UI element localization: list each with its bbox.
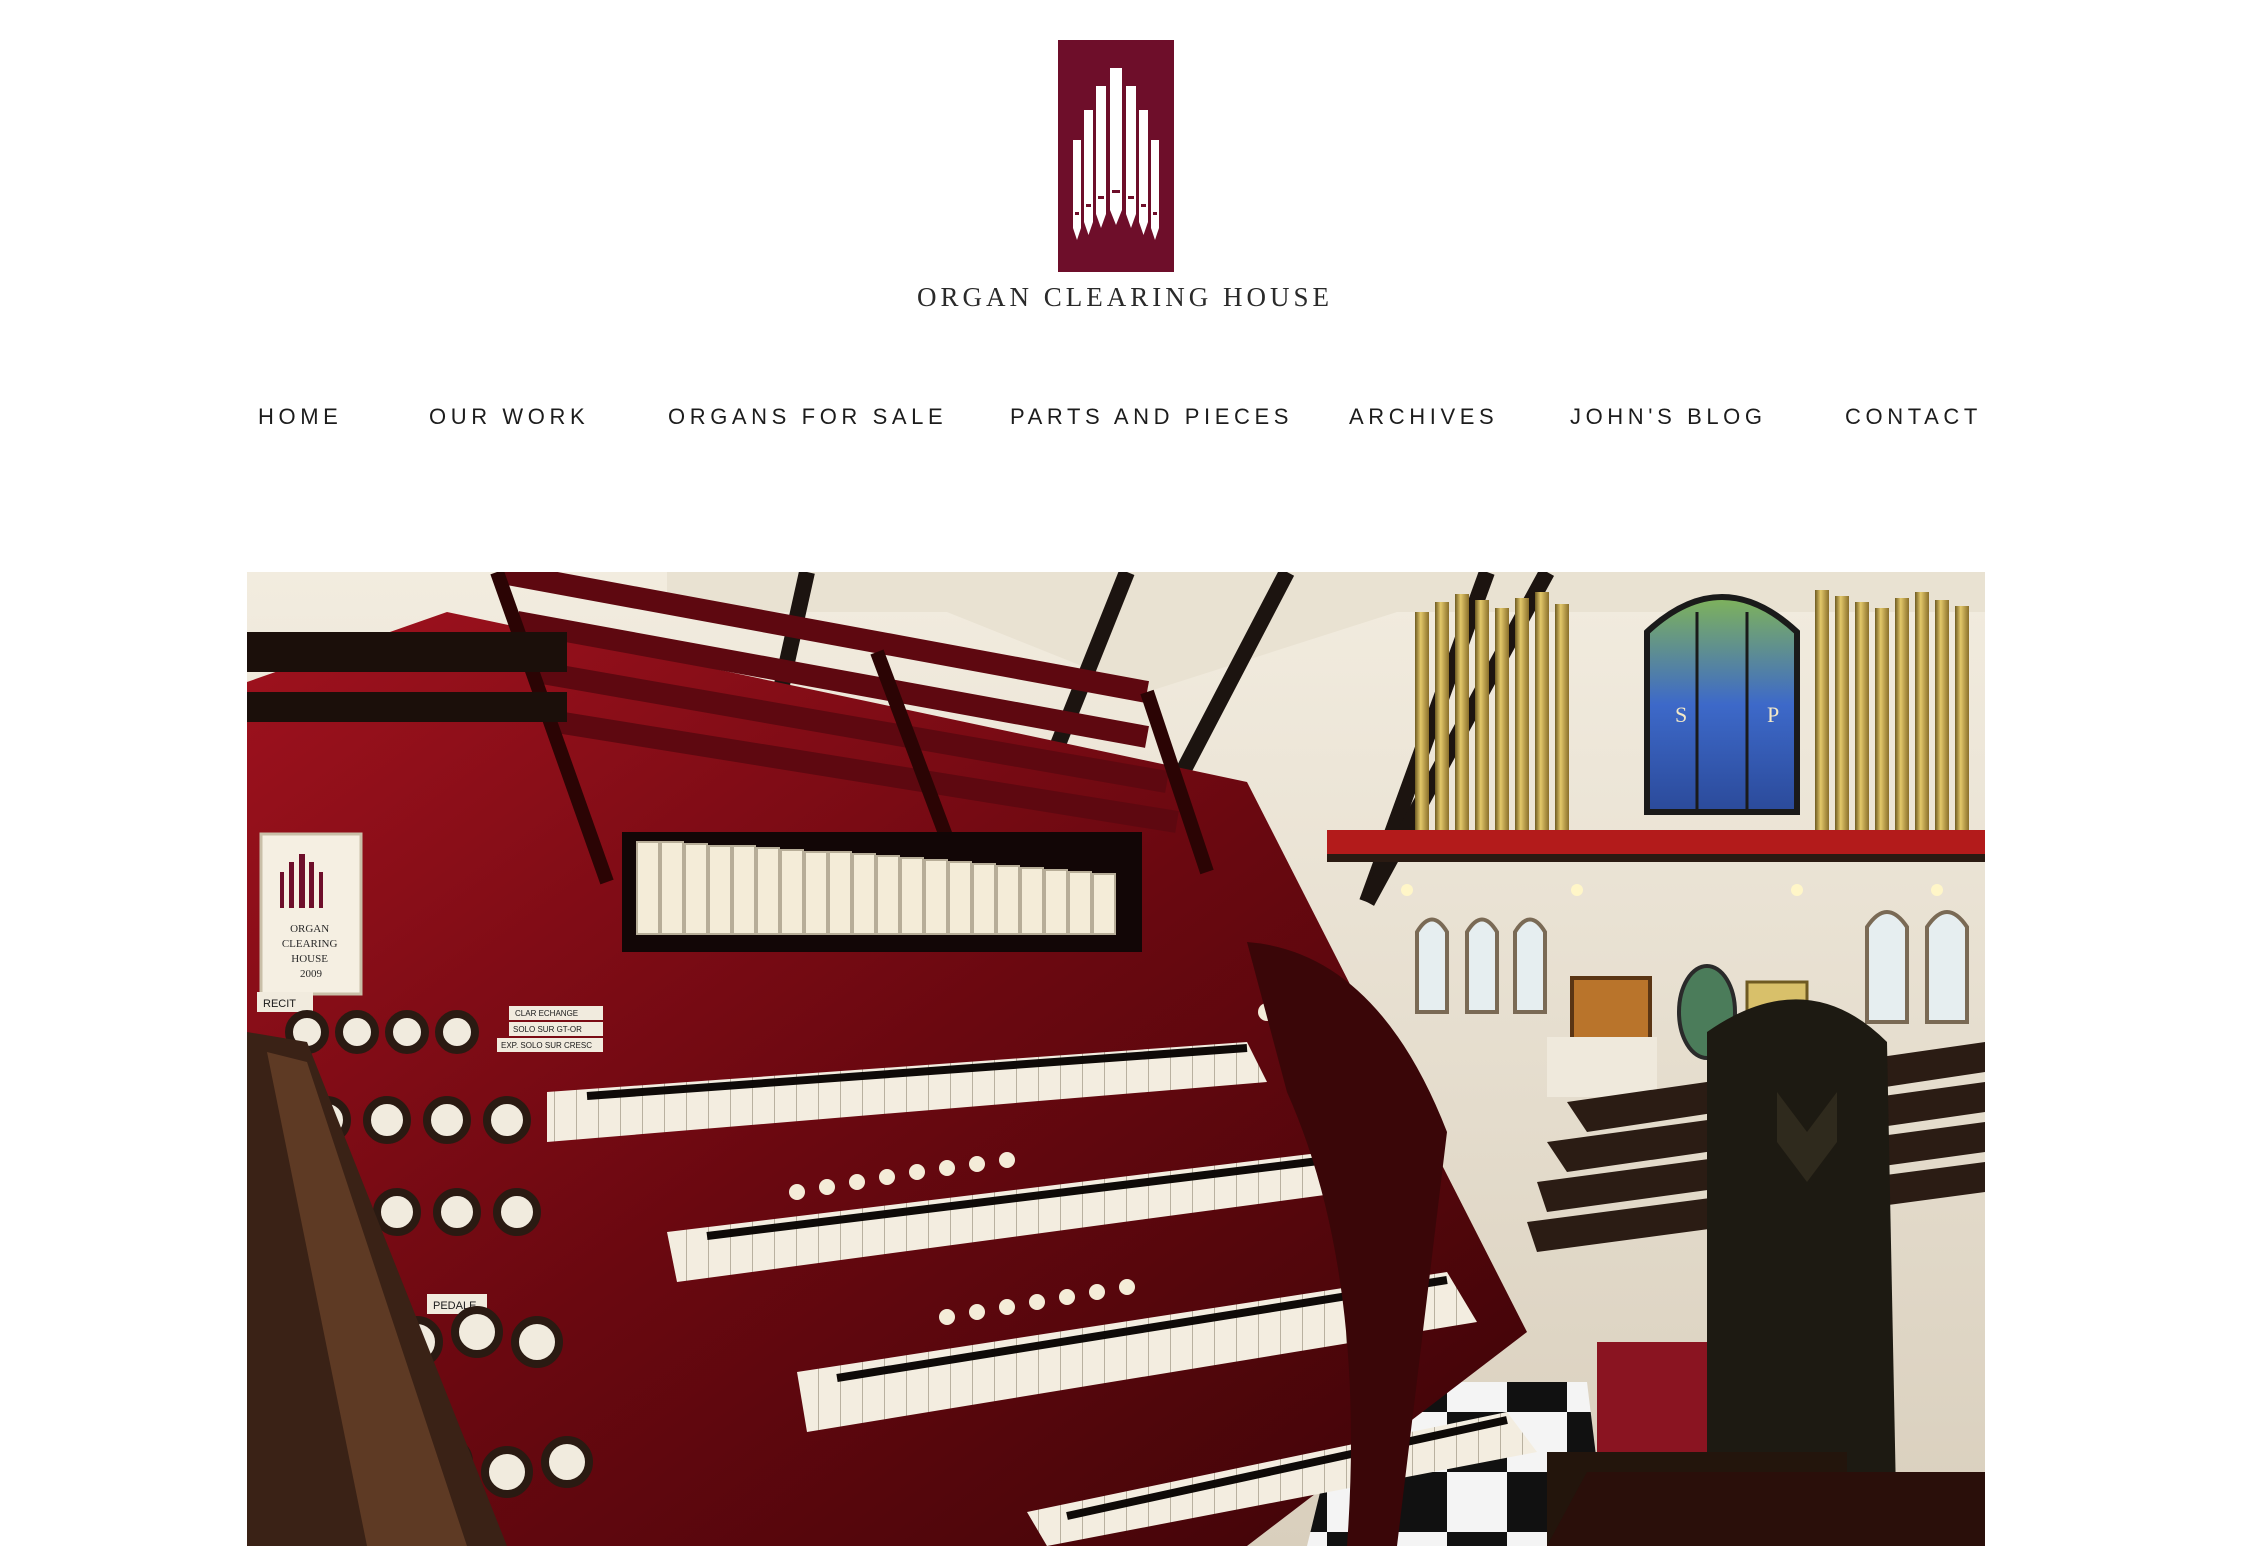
window-letter-s: S (1675, 702, 1687, 727)
window-letter-p: P (1767, 702, 1779, 727)
plaque-line-2: CLEARING (282, 938, 338, 950)
svg-text:CLAR ECHANGE SOLO SUR: CLAR ECHANGE SOLO SUR GT-OR EXP. SOLO SU… (501, 1009, 592, 1050)
plaque-line-3: HOUSE (291, 953, 328, 965)
nav-item-home[interactable]: HOME (258, 404, 342, 430)
nav-item-johns-blog[interactable]: JOHN'S BLOG (1570, 404, 1767, 430)
site-header: ORGAN CLEARING HOUSE HOME OUR WORK ORGAN… (0, 0, 2248, 429)
nav-item-contact[interactable]: CONTACT (1845, 404, 1982, 430)
nav-item-parts-and-pieces[interactable]: PARTS AND PIECES (1010, 404, 1293, 430)
plaque-line-4: 2009 (300, 968, 323, 980)
logo-wordmark: ORGAN CLEARING HOUSE (917, 282, 1333, 312)
coupler-label-1: CLAR ECHANGE (515, 1009, 578, 1018)
plaque-line-1: ORGAN (290, 923, 329, 935)
main-nav: HOME OUR WORK ORGANS FOR SALE PARTS AND … (0, 396, 2248, 440)
organ-pipes-logo-icon (1058, 40, 1174, 272)
site-logo[interactable]: ORGAN CLEARING HOUSE (900, 36, 1350, 326)
coupler-label-2: SOLO SUR GT-OR (513, 1025, 582, 1034)
recit-label: RECIT (263, 998, 296, 1010)
nav-item-archives[interactable]: ARCHIVES (1349, 404, 1498, 430)
coupler-label-3: EXP. SOLO SUR CRESC (501, 1041, 592, 1050)
nav-item-our-work[interactable]: OUR WORK (429, 404, 589, 430)
hero-image: S P ORGAN CLEARING HOUSE 2009 RECIT CLAR… (247, 572, 1985, 1546)
organ-console-photo: S P ORGAN CLEARING HOUSE 2009 RECIT CLAR… (247, 572, 1985, 1546)
nav-item-organs-for-sale[interactable]: ORGANS FOR SALE (668, 404, 947, 430)
